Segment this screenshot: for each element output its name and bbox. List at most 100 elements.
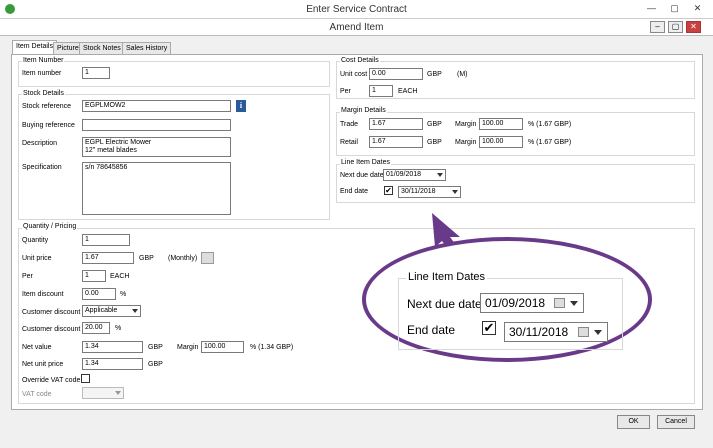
chevron-down-icon <box>570 301 578 306</box>
end-date-value: 30/11/2018 <box>401 188 436 195</box>
unit-price-currency: GBP <box>139 255 154 262</box>
next-due-date-value: 01/09/2018 <box>386 171 422 178</box>
retail-margin-note: % (1.67 GBP) <box>528 139 572 146</box>
customer-discount-select[interactable]: Applicable <box>82 305 141 317</box>
vat-code-label: VAT code <box>22 391 52 398</box>
cost-per-unit: EACH <box>398 88 418 95</box>
unit-cost-input[interactable]: 0.00 <box>369 68 423 80</box>
dialog-maximize-button[interactable]: ▢ <box>668 21 683 33</box>
description-textarea[interactable]: EGPL Electric Mower 12" metal blades <box>82 137 231 157</box>
customer-discount-percent: % <box>115 325 122 332</box>
unit-price-label: Unit price <box>22 255 52 262</box>
net-value-input[interactable]: 1.34 <box>82 341 143 353</box>
unit-price-input[interactable]: 1.67 <box>82 252 134 264</box>
customer-discount-label: Customer discount <box>22 309 81 316</box>
cost-per-label: Per <box>340 88 351 95</box>
chevron-down-icon <box>115 391 121 395</box>
chevron-down-icon <box>132 309 138 313</box>
next-due-date-picker[interactable]: 01/09/2018 <box>383 169 446 181</box>
net-unit-price-currency: GBP <box>148 361 163 368</box>
ok-button[interactable]: OK <box>617 415 650 429</box>
customer-discount-value: Applicable <box>85 307 118 314</box>
net-value-currency: GBP <box>148 344 163 351</box>
zoom-end-date-label: End date <box>407 323 456 337</box>
item-discount-label: Item discount <box>22 291 64 298</box>
outer-title-bar: Enter Service Contract — ▢ ✕ <box>0 0 713 19</box>
override-vat-checkbox[interactable] <box>81 374 90 383</box>
calendar-icon <box>578 327 589 337</box>
customer-discount-pct-input[interactable]: 20.00 <box>82 322 110 334</box>
dialog-title: Amend Item <box>329 22 384 33</box>
margin-details-group-title: Margin Details <box>340 107 387 114</box>
quantity-input[interactable]: 1 <box>82 234 130 246</box>
net-unit-price-label: Net unit price <box>22 361 64 368</box>
zoom-group-title: Line Item Dates <box>406 271 488 283</box>
end-date-picker[interactable]: 30/11/2018 <box>398 186 461 198</box>
tab-stock-notes[interactable]: Stock Notes <box>79 42 125 54</box>
tab-item-details[interactable]: Item Details <box>12 40 57 55</box>
zoom-end-date-checkbox[interactable]: ✔ <box>482 321 496 335</box>
specification-label: Specification <box>22 164 62 171</box>
trade-currency: GBP <box>427 121 442 128</box>
override-vat-label: Override VAT code <box>22 377 81 384</box>
retail-margin-label: Margin <box>455 139 477 146</box>
calculator-icon[interactable] <box>201 252 214 264</box>
buying-reference-input[interactable] <box>82 119 231 131</box>
trade-input[interactable]: 1.67 <box>369 118 423 130</box>
trade-margin-input[interactable]: 100.00 <box>479 118 523 130</box>
unit-cost-currency: GBP <box>427 71 442 78</box>
price-per-unit: EACH <box>110 273 130 280</box>
cancel-button[interactable]: Cancel <box>657 415 695 429</box>
item-number-group <box>18 61 330 87</box>
stock-reference-input[interactable]: EGPLMOW2 <box>82 100 231 112</box>
net-margin-note: % (1.34 GBP) <box>250 344 294 351</box>
description-line-1: EGPL Electric Mower <box>85 139 152 146</box>
cost-details-group-title: Cost Details <box>340 57 380 64</box>
item-number-label: Item number <box>22 70 62 77</box>
stock-details-group-title: Stock Details <box>22 90 65 97</box>
outer-minimize-button[interactable]: — <box>645 2 658 15</box>
net-value-label: Net value <box>22 344 52 351</box>
net-margin-input[interactable]: 100.00 <box>201 341 244 353</box>
quantity-pricing-group-title: Quantity / Pricing <box>22 223 78 230</box>
zoom-end-date-picker[interactable]: 30/11/2018 <box>504 322 608 342</box>
info-icon[interactable]: i <box>236 100 246 112</box>
specification-textarea[interactable]: s/n 78645856 <box>82 162 231 215</box>
cost-per-input[interactable]: 1 <box>369 85 393 97</box>
end-date-label: End date <box>340 188 369 195</box>
unit-cost-m-tag: (M) <box>457 71 468 78</box>
retail-currency: GBP <box>427 139 442 146</box>
end-date-checkbox[interactable]: ✔ <box>384 186 393 195</box>
chevron-down-icon <box>594 330 602 335</box>
outer-window-title: Enter Service Contract <box>306 4 407 15</box>
price-per-input[interactable]: 1 <box>82 270 106 282</box>
quantity-label: Quantity <box>22 237 49 244</box>
unit-cost-label: Unit cost <box>340 71 368 78</box>
item-number-group-title: Item Number <box>22 57 65 64</box>
retail-label: Retail <box>340 139 358 146</box>
item-number-input[interactable]: 1 <box>82 67 110 79</box>
trade-label: Trade <box>340 121 359 128</box>
outer-maximize-button[interactable]: ▢ <box>668 2 681 15</box>
zoom-line-item-dates: Line Item Dates Next due date 01/09/2018… <box>398 268 633 350</box>
next-due-date-label: Next due date <box>340 172 384 179</box>
retail-margin-input[interactable]: 100.00 <box>479 136 523 148</box>
retail-input[interactable]: 1.67 <box>369 136 423 148</box>
tab-sales-history[interactable]: Sales History <box>122 42 172 54</box>
monthly-label: (Monthly) <box>168 255 198 262</box>
vat-code-select[interactable] <box>82 387 124 399</box>
description-line-2: 12" metal blades <box>85 147 137 154</box>
zoom-next-due-label: Next due date <box>407 297 482 311</box>
zoom-next-due-value: 01/09/2018 <box>485 296 546 310</box>
net-unit-price-input[interactable]: 1.34 <box>82 358 143 370</box>
chevron-down-icon <box>437 173 443 177</box>
zoom-next-due-picker[interactable]: 01/09/2018 <box>480 293 584 313</box>
dialog-minimize-button[interactable]: – <box>650 21 665 33</box>
outer-close-button[interactable]: ✕ <box>691 2 704 15</box>
item-discount-input[interactable]: 0.00 <box>82 288 116 300</box>
dialog-close-button[interactable]: ✕ <box>686 21 701 33</box>
zoom-end-date-value: 30/11/2018 <box>509 325 569 339</box>
buying-reference-label: Buying reference <box>22 122 75 129</box>
trade-margin-note: % (1.67 GBP) <box>528 121 572 128</box>
dialog-title-bar: Amend Item – ▢ ✕ <box>0 19 713 36</box>
